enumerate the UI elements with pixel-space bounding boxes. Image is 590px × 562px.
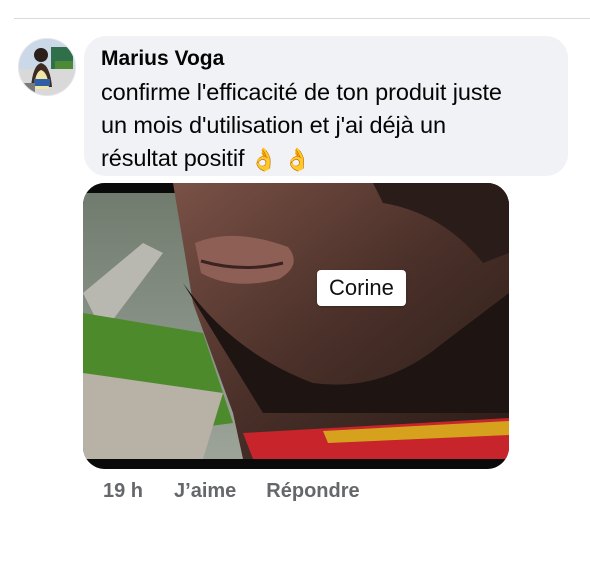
attached-photo[interactable]	[83, 183, 509, 469]
comment-text-fragment: résultat positif	[101, 145, 245, 171]
comment-author[interactable]: Marius Voga	[101, 46, 552, 72]
comment-actions: 19 h J’aime Répondre	[103, 478, 360, 504]
like-button[interactable]: J’aime	[174, 480, 236, 503]
comment-text-line: résultat positif 👌 👌	[101, 142, 552, 175]
comment-timestamp[interactable]: 19 h	[103, 480, 143, 503]
comment-text-line: un mois d'utilisation et j'ai déjà un	[101, 112, 446, 138]
comment-bubble: Marius Voga confirme l'efficacité de ton…	[84, 36, 568, 176]
avatar[interactable]	[18, 38, 76, 96]
ok-hand-emoji-icon: 👌	[250, 147, 278, 172]
photo-tag-label[interactable]: Corine	[317, 270, 406, 306]
reply-button[interactable]: Répondre	[266, 480, 359, 503]
ok-hand-emoji-icon: 👌	[283, 147, 311, 172]
comment-thread: Marius Voga confirme l'efficacité de ton…	[0, 0, 590, 562]
comment-text: confirme l'efficacité de ton produit jus…	[101, 76, 552, 175]
divider	[14, 18, 590, 19]
comment-text-line: confirme l'efficacité de ton produit jus…	[101, 79, 502, 105]
